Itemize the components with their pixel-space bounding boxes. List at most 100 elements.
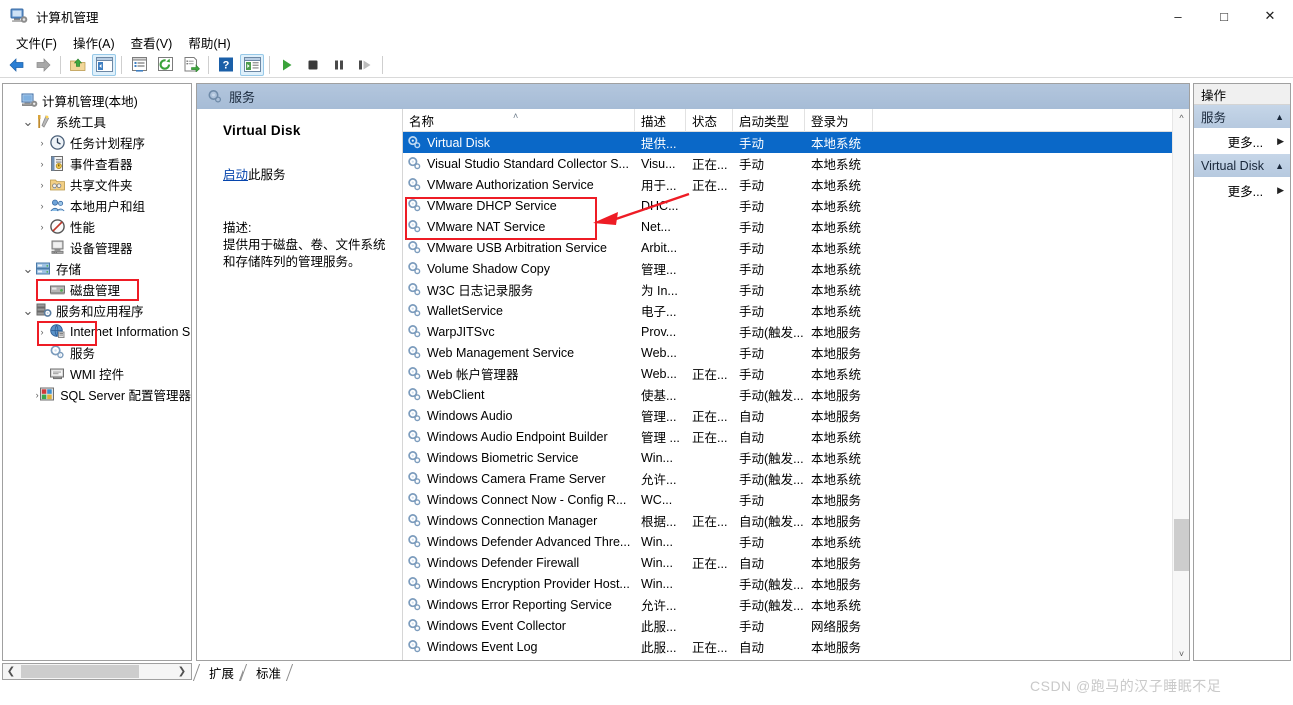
service-row[interactable]: VMware DHCP Service DHC... 手动 本地系统 [403,195,1189,216]
tree-node-13[interactable]: WMI 控件 [7,363,191,384]
tree-node-12[interactable]: 服务 [7,342,191,363]
service-row[interactable]: Windows Defender Advanced Thre... Win... 手… [403,531,1189,552]
chevron-right-icon[interactable]: › [35,216,49,237]
tree-node-10[interactable]: ⌄ 服务和应用程序 [7,300,191,321]
service-gear-icon [407,177,422,192]
service-row[interactable]: Windows Audio Endpoint Builder 管理 ... 正在..… [403,426,1189,447]
restart-service-icon[interactable] [353,54,377,76]
properties-icon[interactable] [127,54,151,76]
show-hide-console-tree-icon[interactable] [92,53,116,76]
service-row[interactable]: VMware NAT Service Net... 手动 本地系统 [403,216,1189,237]
service-row[interactable]: Windows Audio 管理... 正在... 自动 本地服务 [403,405,1189,426]
tree-node-0[interactable]: 计算机管理(本地) [7,90,191,111]
chevron-down-icon[interactable]: ⌄ [21,300,35,321]
start-service-icon[interactable] [275,54,299,76]
tree-node-2[interactable]: › 任务计划程序 [7,132,191,153]
actions-more-item-0-0[interactable]: 更多... ▶ [1194,128,1290,154]
column-header-5[interactable] [873,109,1175,132]
actions-more-item-1-0[interactable]: 更多... ▶ [1194,177,1290,203]
refresh-icon[interactable] [153,54,177,76]
menu-bar: 文件(F) 操作(A) 查看(V) 帮助(H) [0,32,1293,52]
service-row[interactable]: WarpJITSvc Prov... 手动(触发... 本地服务 [403,321,1189,342]
column-header-1[interactable]: 描述 [635,109,686,132]
service-row[interactable]: WalletService 电子... 手动 本地系统 [403,300,1189,321]
scroll-up-icon[interactable]: ^ [1173,109,1189,126]
scroll-down-icon[interactable]: ˅ [1173,645,1189,660]
chevron-up-icon[interactable]: ▲ [1275,161,1284,171]
service-row[interactable]: Visual Studio Standard Collector S... Vis… [403,153,1189,174]
stop-service-icon[interactable] [301,54,325,76]
service-row[interactable]: VMware USB Arbitration Service Arbit... 手动… [403,237,1189,258]
chevron-right-icon[interactable]: › [35,321,49,342]
show-hide-action-pane-icon[interactable] [240,53,264,76]
service-row[interactable]: W3C 日志记录服务 为 In... 手动 本地系统 [403,279,1189,300]
tree-node-4[interactable]: › 共享文件夹 [7,174,191,195]
column-header-label: 名称 [409,115,435,129]
column-header-3[interactable]: 启动类型 [733,109,805,132]
actions-group-header-1[interactable]: Virtual Disk ▲ [1194,154,1290,177]
tree-node-9[interactable]: 磁盘管理 [7,279,191,300]
tree-node-14[interactable]: › SQL Server 配置管理器 [7,384,191,405]
tree-node-7[interactable]: 设备管理器 [7,237,191,258]
chevron-right-icon[interactable]: › [35,195,49,216]
service-row[interactable]: Windows Error Reporting Service 允许... 手动(触… [403,594,1189,615]
menu-view[interactable]: 查看(V) [123,32,181,53]
service-row[interactable]: Windows Defender Firewall Win... 正在... 自动 本地… [403,552,1189,573]
menu-action[interactable]: 操作(A) [65,32,123,53]
main-body: 计算机管理(本地) ⌄ 系统工具 › 任务计划程序 › 事件查看器 › 共享文件夹 › 本地用户和组… [0,79,1293,684]
chevron-down-icon[interactable]: ⌄ [21,258,35,279]
scroll-right-icon[interactable]: ❯ [174,664,190,679]
services-list-scrollbar[interactable]: ^ ˅ [1172,109,1189,660]
view-tab-1[interactable]: 标准 [243,664,291,681]
up-one-level-icon[interactable] [66,54,90,76]
back-icon[interactable] [5,54,29,76]
tree-node-1[interactable]: ⌄ 系统工具 [7,111,191,132]
chevron-up-icon[interactable]: ▲ [1275,112,1284,122]
column-header-0[interactable]: 名称 ˄ [403,109,635,132]
minimize-button[interactable]: – [1155,0,1201,32]
chevron-down-icon[interactable]: ⌄ [21,111,35,132]
content-header: 服务 [197,84,1189,109]
service-row[interactable]: Windows Connection Manager 根据... 正在... 自动(触… [403,510,1189,531]
forward-icon[interactable] [31,54,55,76]
service-row[interactable]: WebClient 使基... 手动(触发... 本地服务 [403,384,1189,405]
service-row[interactable]: Windows Encryption Provider Host... Win..… [403,573,1189,594]
menu-file[interactable]: 文件(F) [8,32,65,53]
tree-node-11[interactable]: › Internet Information S [7,321,191,342]
service-row[interactable]: Virtual Disk 提供... 手动 本地系统 [403,132,1189,153]
scroll-left-icon[interactable]: ❮ [3,664,19,679]
start-service-link[interactable]: 启动 [223,168,248,182]
chevron-right-icon[interactable]: › [35,132,49,153]
view-tab-0[interactable]: 扩展 [196,664,243,681]
tree-node-3[interactable]: › 事件查看器 [7,153,191,174]
column-header-4[interactable]: 登录为 [805,109,873,132]
chevron-right-icon[interactable]: › [35,153,49,174]
service-logon-cell: 本地服务 [811,578,862,592]
actions-groups: 服务 ▲ 更多... ▶ Virtual Disk ▲ 更多... ▶ [1194,105,1290,203]
service-row[interactable]: Windows Connect Now - Config R... WC... 手动… [403,489,1189,510]
tree-horizontal-scrollbar[interactable]: ❮ ❯ [2,663,192,680]
service-row[interactable]: Web 帐户管理器 Web... 正在... 手动 本地系统 [403,363,1189,384]
pause-service-icon[interactable] [327,54,351,76]
service-row[interactable]: Volume Shadow Copy 管理... 手动 本地系统 [403,258,1189,279]
service-row[interactable]: VMware Authorization Service 用于... 正在... 手动… [403,174,1189,195]
service-row[interactable]: Windows Camera Frame Server 允许... 手动(触发...… [403,468,1189,489]
close-button[interactable]: ✕ [1247,0,1293,32]
tree-node-8[interactable]: ⌄ 存储 [7,258,191,279]
service-row[interactable]: Web Management Service Web... 手动 本地服务 [403,342,1189,363]
scroll-thumb[interactable] [21,665,139,678]
service-name: Windows Biometric Service [427,450,579,465]
maximize-button[interactable]: □ [1201,0,1247,32]
service-row[interactable]: Windows Biometric Service Win... 手动(触发... 本… [403,447,1189,468]
service-row[interactable]: Windows Event Collector 此服... 手动 网络服务 [403,615,1189,636]
chevron-right-icon[interactable]: › [35,174,49,195]
help-icon[interactable]: ? [214,54,238,76]
column-header-2[interactable]: 状态 [686,109,733,132]
service-row[interactable]: Windows Event Log 此服... 正在... 自动 本地服务 [403,636,1189,657]
actions-group-header-0[interactable]: 服务 ▲ [1194,105,1290,128]
tree-node-6[interactable]: › 性能 [7,216,191,237]
menu-help[interactable]: 帮助(H) [180,32,238,53]
scroll-thumb[interactable] [1174,519,1189,571]
export-list-icon[interactable] [179,54,203,76]
tree-node-5[interactable]: › 本地用户和组 [7,195,191,216]
